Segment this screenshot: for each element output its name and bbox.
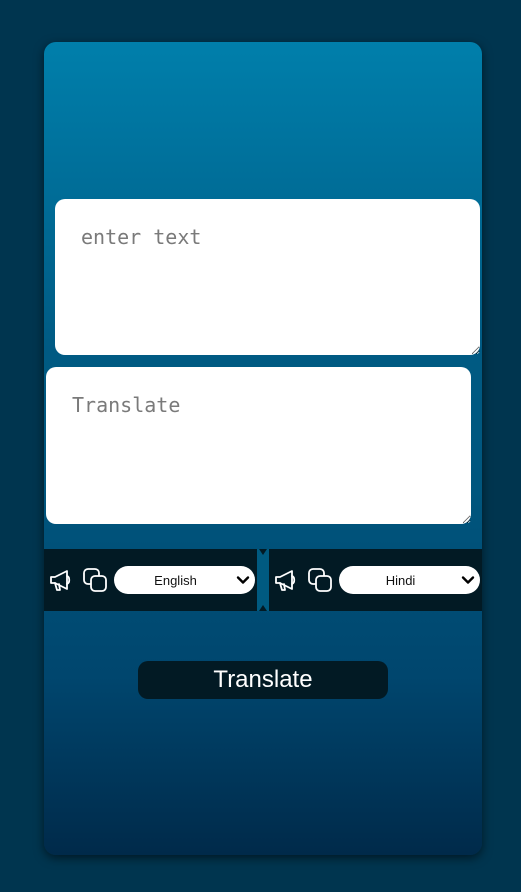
translate-button[interactable]: Translate [138, 661, 388, 699]
megaphone-icon[interactable] [271, 565, 301, 595]
target-language-dropdown[interactable]: Hindi [339, 566, 480, 594]
copy-icon[interactable] [80, 565, 110, 595]
controls-divider [257, 549, 269, 611]
target-language-select[interactable]: Hindi [339, 566, 480, 594]
source-text-input[interactable] [55, 199, 480, 355]
source-language-select[interactable]: English [114, 566, 255, 594]
translated-text-output[interactable] [46, 367, 471, 524]
copy-icon[interactable] [305, 565, 335, 595]
megaphone-icon[interactable] [46, 565, 76, 595]
source-language-dropdown[interactable]: English [114, 566, 255, 594]
source-language-controls: English [44, 549, 257, 611]
target-language-controls: Hindi [269, 549, 482, 611]
